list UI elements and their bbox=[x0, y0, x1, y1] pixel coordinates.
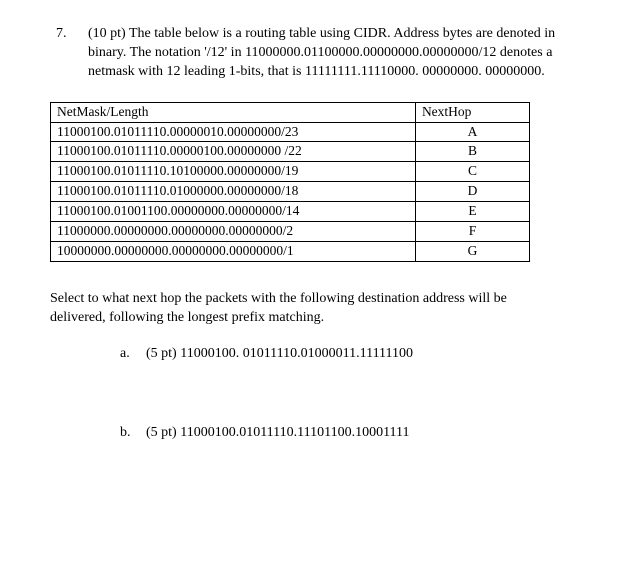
table-row: 11000100.01011110.10100000.00000000/19 C bbox=[51, 162, 530, 182]
cell-netmask: 11000100.01011110.00000100.00000000 /22 bbox=[51, 142, 416, 162]
cell-netmask: 11000100.01011110.10100000.00000000/19 bbox=[51, 162, 416, 182]
cell-netmask: 11000100.01011110.01000000.00000000/18 bbox=[51, 182, 416, 202]
header-nexthop: NextHop bbox=[415, 102, 529, 122]
cell-hop: C bbox=[415, 162, 529, 182]
table-row: 11000100.01011110.01000000.00000000/18 D bbox=[51, 182, 530, 202]
sub-content-a: (5 pt) 11000100. 01011110.01000011.11111… bbox=[146, 345, 581, 364]
instruction-text: Select to what next hop the packets with… bbox=[50, 290, 561, 328]
cell-hop: G bbox=[415, 241, 529, 261]
subquestion-b: b. (5 pt) 11000100.01011110.11101100.100… bbox=[120, 424, 581, 443]
cell-hop: D bbox=[415, 182, 529, 202]
cell-netmask: 11000000.00000000.00000000.00000000/2 bbox=[51, 221, 416, 241]
cell-netmask: 11000100.01001100.00000000.00000000/14 bbox=[51, 202, 416, 222]
cell-netmask: 11000100.01011110.00000010.00000000/23 bbox=[51, 122, 416, 142]
cell-hop: B bbox=[415, 142, 529, 162]
routing-table: NetMask/Length NextHop 11000100.01011110… bbox=[50, 102, 530, 262]
cell-hop: F bbox=[415, 221, 529, 241]
sub-label-a: a. bbox=[120, 345, 146, 364]
table-row: 11000000.00000000.00000000.00000000/2 F bbox=[51, 221, 530, 241]
table-row: 11000100.01001100.00000000.00000000/14 E bbox=[51, 202, 530, 222]
table-row: 11000100.01011110.00000010.00000000/23 A bbox=[51, 122, 530, 142]
sub-label-b: b. bbox=[120, 424, 146, 443]
table-row: 11000100.01011110.00000100.00000000 /22 … bbox=[51, 142, 530, 162]
question-header: 7. (10 pt) The table below is a routing … bbox=[40, 25, 581, 82]
subquestion-a: a. (5 pt) 11000100. 01011110.01000011.11… bbox=[120, 345, 581, 364]
table-row: 10000000.00000000.00000000.00000000/1 G bbox=[51, 241, 530, 261]
cell-hop: A bbox=[415, 122, 529, 142]
header-netmask: NetMask/Length bbox=[51, 102, 416, 122]
cell-hop: E bbox=[415, 202, 529, 222]
table-header-row: NetMask/Length NextHop bbox=[51, 102, 530, 122]
question-intro: (10 pt) The table below is a routing tab… bbox=[88, 25, 581, 82]
cell-netmask: 10000000.00000000.00000000.00000000/1 bbox=[51, 241, 416, 261]
sub-content-b: (5 pt) 11000100.01011110.11101100.100011… bbox=[146, 424, 581, 443]
question-number: 7. bbox=[40, 25, 88, 82]
